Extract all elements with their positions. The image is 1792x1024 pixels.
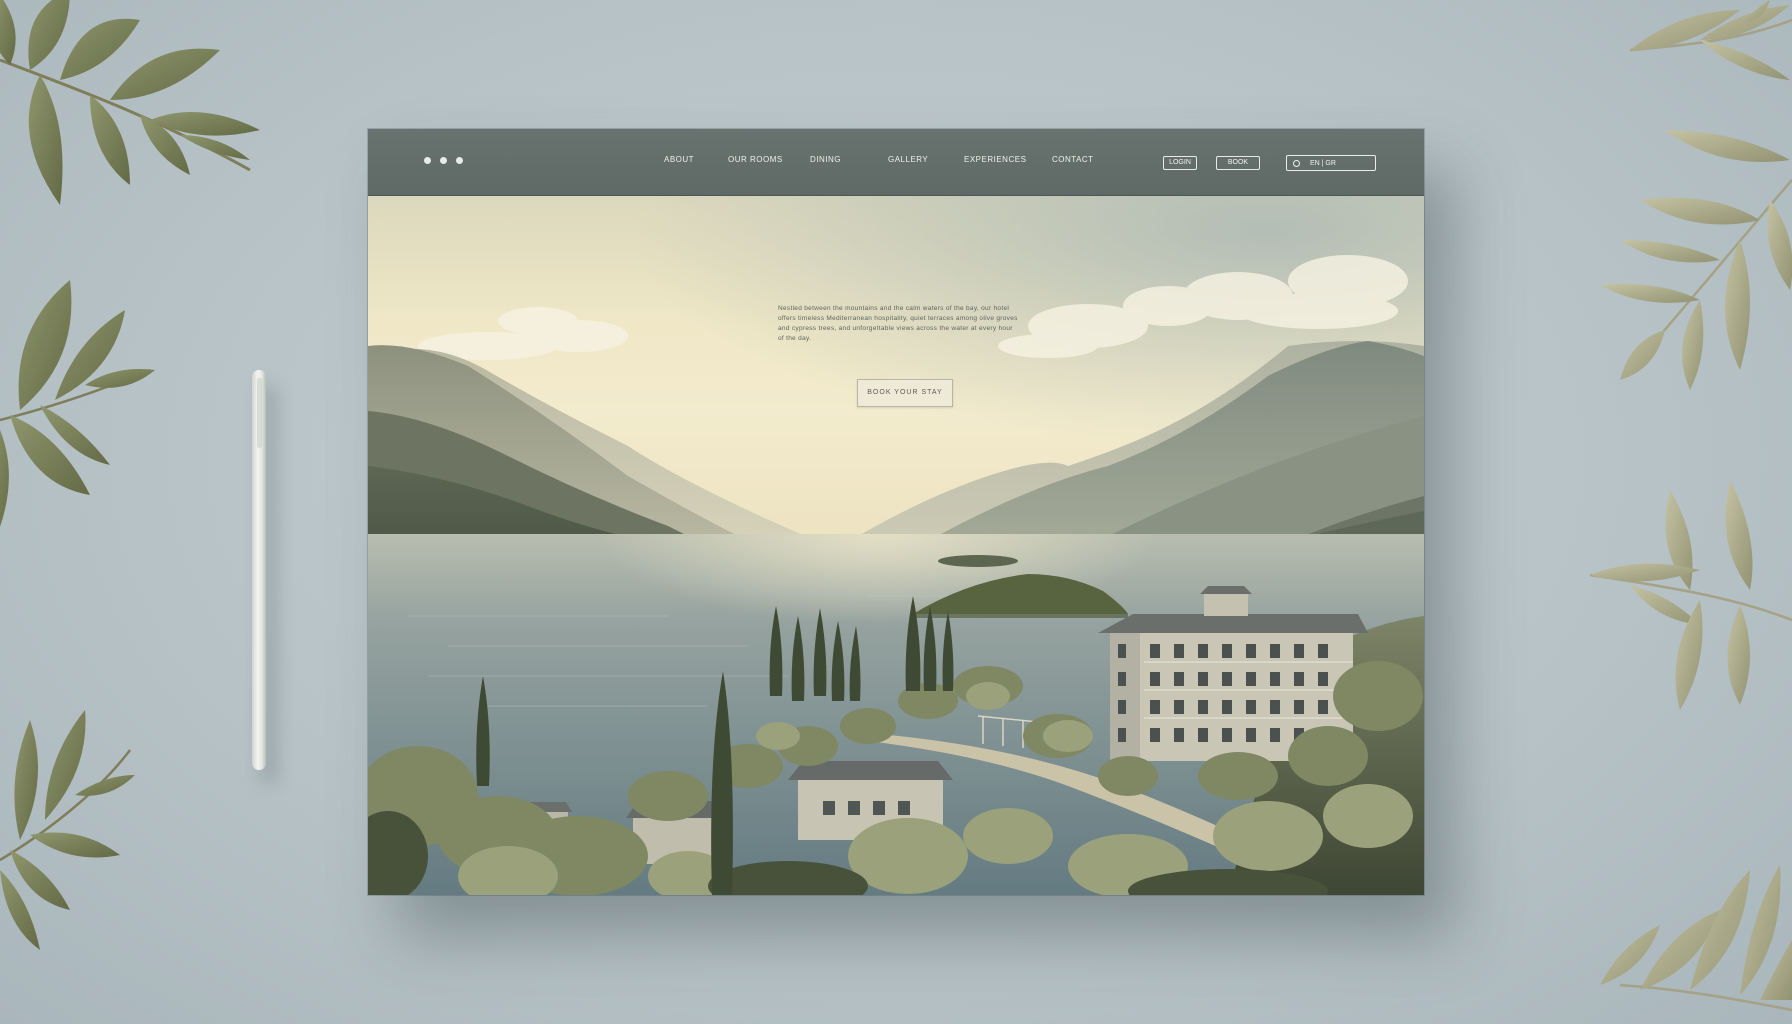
language-toggle[interactable]: EN | GR bbox=[1286, 155, 1376, 171]
olive-branch-top-left bbox=[0, 0, 260, 205]
nav-item-about[interactable]: ABOUT bbox=[664, 155, 694, 164]
stylus-pen-clip bbox=[257, 378, 261, 448]
site-logo[interactable] bbox=[424, 157, 463, 164]
hero-description: Nestled between the mountains and the ca… bbox=[778, 305, 1018, 342]
language-label: EN | GR bbox=[1310, 159, 1336, 167]
logo-dot bbox=[440, 157, 447, 164]
book-your-stay-button[interactable]: BOOK YOUR STAY bbox=[857, 379, 953, 407]
nav-item-gallery[interactable]: GALLERY bbox=[888, 155, 928, 164]
top-navigation-bar: ABOUT OUR ROOMS DINING GALLERY EXPERIENC… bbox=[368, 129, 1424, 196]
olive-branch-bottom-right bbox=[1600, 865, 1792, 1012]
logo-dot bbox=[456, 157, 463, 164]
olive-branch-right-upper bbox=[1600, 130, 1792, 390]
olive-branch-right-middle bbox=[1589, 480, 1792, 710]
nav-item-dining[interactable]: DINING bbox=[810, 155, 841, 164]
book-button[interactable]: BOOK bbox=[1216, 156, 1260, 170]
hero-landscape-image bbox=[368, 196, 1424, 895]
olive-branch-bottom-left bbox=[0, 710, 135, 950]
website-mockup: ABOUT OUR ROOMS DINING GALLERY EXPERIENC… bbox=[368, 129, 1424, 895]
nav-item-experiences[interactable]: EXPERIENCES bbox=[964, 155, 1026, 164]
hero-section: Nestled between the mountains and the ca… bbox=[368, 196, 1424, 895]
nav-item-contact[interactable]: CONTACT bbox=[1052, 155, 1094, 164]
login-button[interactable]: LOGIN bbox=[1163, 156, 1197, 170]
globe-icon bbox=[1293, 159, 1300, 167]
logo-dot bbox=[424, 157, 431, 164]
olive-branch-left bbox=[0, 280, 155, 527]
nav-item-rooms[interactable]: OUR ROOMS bbox=[728, 155, 783, 164]
olive-branch-top-right bbox=[1629, 0, 1792, 80]
